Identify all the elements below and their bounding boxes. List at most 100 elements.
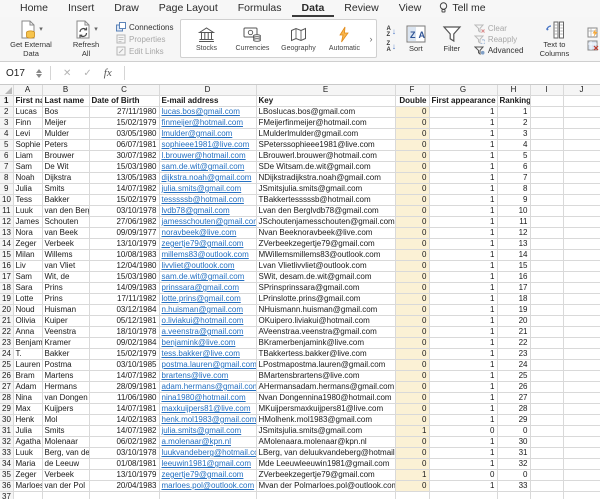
cell-date-of-birth[interactable]: 15/02/1979 <box>89 349 159 360</box>
column-header-E[interactable]: E <box>256 85 395 96</box>
cell-empty[interactable] <box>563 184 600 195</box>
remove-duplicates-button[interactable]: Remove <box>587 40 600 51</box>
cell-key[interactable]: Nvan Dongennina1980@hotmail.com <box>256 393 395 404</box>
cell-empty[interactable] <box>530 261 563 272</box>
cell-last-name[interactable]: Mol <box>42 415 89 426</box>
cell-date-of-birth[interactable]: 12/04/1980 <box>89 261 159 272</box>
cell-date-of-birth[interactable]: 14/02/1983 <box>89 415 159 426</box>
cell-empty[interactable] <box>530 360 563 371</box>
email-link[interactable]: a.veenstra@gmail.com <box>162 327 244 336</box>
cell-empty[interactable] <box>530 459 563 470</box>
cell-first-name[interactable]: Maria <box>13 459 42 470</box>
email-link[interactable]: lucas.bos@gmail.com <box>162 107 240 116</box>
cell-ranking[interactable]: 19 <box>497 305 530 316</box>
cell-empty[interactable] <box>563 96 600 107</box>
cell-empty[interactable] <box>530 382 563 393</box>
cell-date-of-birth[interactable]: 03/10/1978 <box>89 206 159 217</box>
cell-empty[interactable] <box>530 448 563 459</box>
email-link[interactable]: livvliet@outlook.com <box>162 261 235 270</box>
row-header-20[interactable]: 20 <box>0 305 13 316</box>
cell-last-name[interactable]: Willems <box>42 250 89 261</box>
cell-key[interactable]: HMolhenk.mol1983@gmail.com <box>256 415 395 426</box>
cell-empty[interactable] <box>563 151 600 162</box>
cell-date-of-birth[interactable]: 14/09/1983 <box>89 283 159 294</box>
insert-function-icon[interactable]: fx <box>104 67 112 79</box>
column-header-D[interactable]: D <box>159 85 256 96</box>
cell-ranking[interactable]: 11 <box>497 217 530 228</box>
cell-ranking[interactable]: 2 <box>497 118 530 129</box>
cell-key[interactable]: SWit, desam.de.wit@gmail.com <box>256 272 395 283</box>
cell-first-name[interactable]: Milan <box>13 250 42 261</box>
cell-ranking[interactable]: 6 <box>497 162 530 173</box>
cell-first-name[interactable]: Marloes <box>13 481 42 492</box>
cell-key[interactable]: AHermansadam.hermans@gmail.com <box>256 382 395 393</box>
cell-last-name[interactable]: Kuijpers <box>42 404 89 415</box>
row-header-14[interactable]: 14 <box>0 239 13 250</box>
cell-ranking[interactable]: 18 <box>497 294 530 305</box>
cell-empty[interactable] <box>563 294 600 305</box>
cell-double[interactable]: 0 <box>395 206 429 217</box>
cell-first-appearance[interactable]: 0 <box>429 470 497 481</box>
email-link[interactable]: henk.mol1983@gmail.com <box>162 415 257 424</box>
cell-empty[interactable] <box>563 349 600 360</box>
cell-key[interactable]: Lvan den Berglvdb78@gmail.com <box>256 206 395 217</box>
cell-ranking[interactable]: 20 <box>497 316 530 327</box>
cell-first-name[interactable]: Luuk <box>13 448 42 459</box>
cell-first-name[interactable]: Liam <box>13 151 42 162</box>
cell-ranking[interactable]: 28 <box>497 404 530 415</box>
cell-key[interactable]: BMartensbrartens@live.com <box>256 371 395 382</box>
cell-empty[interactable] <box>563 448 600 459</box>
cell-date-of-birth[interactable]: 15/03/1980 <box>89 162 159 173</box>
cell-first-appearance[interactable]: 1 <box>429 239 497 250</box>
cell-first-name[interactable]: Zeger <box>13 239 42 250</box>
cell-double[interactable]: 0 <box>395 272 429 283</box>
cell-empty[interactable] <box>530 239 563 250</box>
row-header-24[interactable]: 24 <box>0 349 13 360</box>
cell-first-name[interactable]: Lotte <box>13 294 42 305</box>
cell-empty[interactable] <box>497 492 530 500</box>
cell-key[interactable]: LBerg, van deluukvandeberg@hotmail.com <box>256 448 395 459</box>
cell-double[interactable]: 0 <box>395 217 429 228</box>
cell-empty[interactable] <box>530 316 563 327</box>
cell-first-name[interactable]: Julia <box>13 184 42 195</box>
header-cell-date-of-birth[interactable]: Date of Birth <box>89 96 159 107</box>
cell-email[interactable]: livvliet@outlook.com <box>159 261 256 272</box>
cell-empty[interactable] <box>563 195 600 206</box>
cell-key[interactable]: NHuismann.huisman@gmail.com <box>256 305 395 316</box>
cell-empty[interactable] <box>530 217 563 228</box>
cell-first-name[interactable]: Agatha <box>13 437 42 448</box>
cell-email[interactable]: a.molenaar@kpn.nl <box>159 437 256 448</box>
email-link[interactable]: sophieee1981@live.com <box>162 140 250 149</box>
cell-email[interactable]: postma.lauren@gmail.com <box>159 360 256 371</box>
cell-last-name[interactable]: Bakker <box>42 195 89 206</box>
cell-first-appearance[interactable]: 0 <box>429 426 497 437</box>
cell-empty[interactable] <box>563 129 600 140</box>
cell-email[interactable]: marloes.pol@outlook.com <box>159 481 256 492</box>
tab-review[interactable]: Review <box>334 0 388 17</box>
cell-email[interactable]: lvdb78@gmail.com <box>159 206 256 217</box>
row-header-18[interactable]: 18 <box>0 283 13 294</box>
cell-first-name[interactable]: Julia <box>13 426 42 437</box>
cell-empty[interactable] <box>563 360 600 371</box>
cell-empty[interactable] <box>530 470 563 481</box>
email-link[interactable]: jamesschouten@gmail.com <box>162 217 257 226</box>
cell-email[interactable]: nina1980@hotmail.com <box>159 393 256 404</box>
cell-email[interactable]: julia.smits@gmail.com <box>159 184 256 195</box>
cell-double[interactable]: 0 <box>395 184 429 195</box>
cell-first-name[interactable]: Sam <box>13 162 42 173</box>
cell-last-name[interactable]: van den Berg <box>42 206 89 217</box>
row-header-8[interactable]: 8 <box>0 173 13 184</box>
row-header-16[interactable]: 16 <box>0 261 13 272</box>
email-link[interactable]: a.molenaar@kpn.nl <box>162 437 232 446</box>
cell-last-name[interactable]: Huisman <box>42 305 89 316</box>
email-link[interactable]: nina1980@hotmail.com <box>162 393 246 402</box>
cell-last-name[interactable]: van Beek <box>42 228 89 239</box>
cell-last-name[interactable]: Molenaar <box>42 437 89 448</box>
cell-empty[interactable] <box>530 492 563 500</box>
column-header-J[interactable]: J <box>563 85 600 96</box>
cell-double[interactable]: 0 <box>395 371 429 382</box>
row-header-33[interactable]: 33 <box>0 448 13 459</box>
cell-double[interactable]: 0 <box>395 162 429 173</box>
cell-email[interactable]: sophieee1981@live.com <box>159 140 256 151</box>
cell-last-name[interactable]: Smits <box>42 426 89 437</box>
